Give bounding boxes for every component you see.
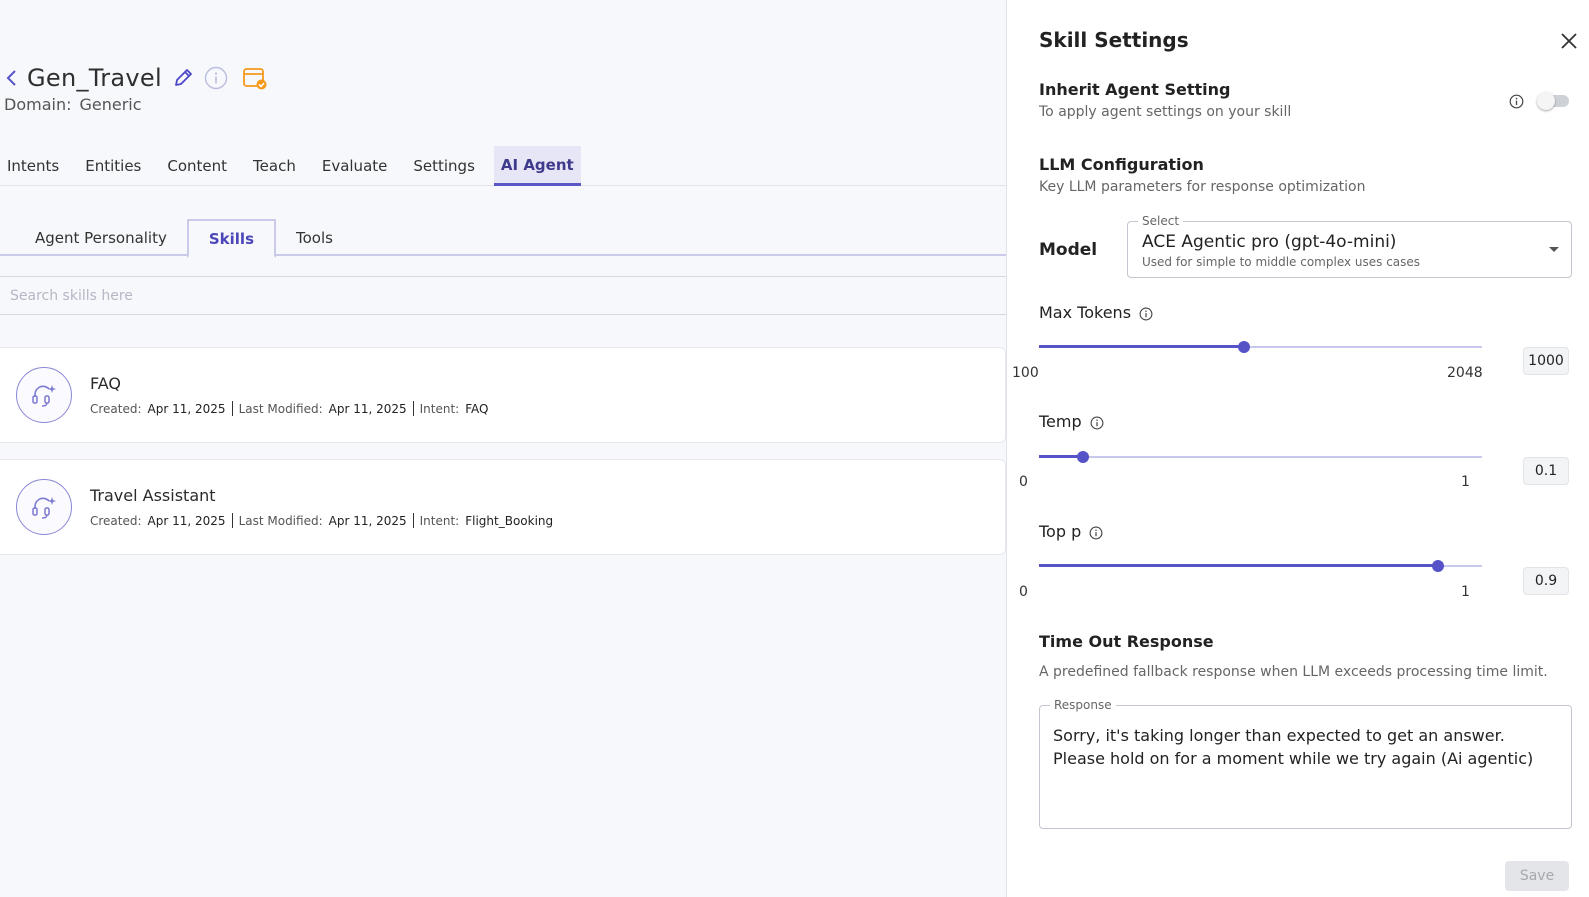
headset-ai-icon xyxy=(16,367,72,423)
search-input[interactable] xyxy=(0,277,1006,314)
param-label-text: Max Tokens xyxy=(1039,303,1132,322)
slider-thumb[interactable] xyxy=(1077,451,1090,463)
skill-info: FAQ Created: Apr 11, 2025 Last Modified:… xyxy=(90,374,488,416)
created-date: Apr 11, 2025 xyxy=(147,513,226,528)
info-icon[interactable] xyxy=(1089,525,1103,539)
skill-info: Travel Assistant Created: Apr 11, 2025 L… xyxy=(90,486,553,528)
max-tokens-slider[interactable] xyxy=(1039,339,1482,355)
domain-label: Domain: xyxy=(4,95,72,114)
skill-card-travel-assistant[interactable]: Travel Assistant Created: Apr 11, 2025 L… xyxy=(0,459,1006,555)
temp-slider[interactable] xyxy=(1039,449,1482,465)
select-legend: Select xyxy=(1138,214,1184,228)
slider-track xyxy=(1039,564,1438,567)
sub-tabs: Agent Personality Skills Tools xyxy=(0,219,1006,258)
intent-value: FAQ xyxy=(465,401,489,416)
info-icon[interactable] xyxy=(1509,94,1524,109)
max-tokens-label: Max Tokens xyxy=(1039,303,1153,322)
timeout-title: Time Out Response xyxy=(1039,632,1214,651)
meta-divider xyxy=(231,401,233,416)
top-p-max: 1 xyxy=(1461,584,1470,600)
param-label-text: Top p xyxy=(1039,522,1082,541)
meta-divider xyxy=(412,401,414,416)
headset-ai-icon xyxy=(16,479,72,535)
inherit-desc: To apply agent settings on your skill xyxy=(1039,104,1292,120)
tab-evaluate[interactable]: Evaluate xyxy=(315,146,395,186)
response-legend: Response xyxy=(1050,698,1116,712)
meta-divider xyxy=(412,513,414,528)
intent-label: Intent: xyxy=(419,401,460,416)
temp-max: 1 xyxy=(1461,474,1470,490)
temp-min: 0 xyxy=(1019,474,1028,490)
modified-date: Apr 11, 2025 xyxy=(328,401,407,416)
model-desc: Used for simple to middle complex uses c… xyxy=(1142,255,1421,269)
skill-name: FAQ xyxy=(90,374,121,393)
back-chevron-icon[interactable] xyxy=(1,67,21,89)
created-label: Created: xyxy=(90,401,142,416)
top-p-value[interactable]: 0.9 xyxy=(1523,567,1569,595)
llm-config-desc: Key LLM parameters for response optimiza… xyxy=(1039,179,1366,195)
slider-track xyxy=(1039,345,1244,348)
save-button[interactable]: Save xyxy=(1505,861,1569,891)
info-icon[interactable] xyxy=(204,66,228,90)
max-tokens-min: 100 xyxy=(1012,365,1039,381)
tab-teach[interactable]: Teach xyxy=(246,146,303,186)
bot-header: Gen_Travel xyxy=(0,58,268,98)
close-icon[interactable] xyxy=(1560,32,1578,50)
top-p-min: 0 xyxy=(1019,584,1028,600)
inherit-title: Inherit Agent Setting xyxy=(1039,80,1231,99)
tab-content[interactable]: Content xyxy=(160,146,234,186)
modified-date: Apr 11, 2025 xyxy=(328,513,407,528)
intent-label: Intent: xyxy=(419,513,460,528)
meta-divider xyxy=(231,513,233,528)
skill-meta: Created: Apr 11, 2025 Last Modified: Apr… xyxy=(90,401,488,416)
temp-label: Temp xyxy=(1039,412,1104,431)
inherit-toggle[interactable] xyxy=(1537,92,1569,110)
domain-value: Generic xyxy=(79,95,142,114)
timeout-desc: A predefined fallback response when LLM … xyxy=(1039,664,1548,680)
bot-name: Gen_Travel xyxy=(27,64,162,92)
param-label-text: Temp xyxy=(1039,412,1082,431)
subtab-skills[interactable]: Skills xyxy=(186,219,276,258)
tab-settings[interactable]: Settings xyxy=(406,146,482,186)
modified-label: Last Modified: xyxy=(238,401,323,416)
domain-line: Domain: Generic xyxy=(4,95,142,114)
max-tokens-value[interactable]: 1000 xyxy=(1523,347,1569,375)
caret-down-icon xyxy=(1549,247,1559,252)
created-label: Created: xyxy=(90,513,142,528)
model-label: Model xyxy=(1039,240,1098,260)
panel-title: Skill Settings xyxy=(1039,28,1189,52)
tab-ai-agent[interactable]: AI Agent xyxy=(493,146,581,186)
top-p-label: Top p xyxy=(1039,522,1103,541)
subtab-tools[interactable]: Tools xyxy=(276,219,353,256)
created-date: Apr 11, 2025 xyxy=(147,401,226,416)
info-icon[interactable] xyxy=(1139,306,1153,320)
top-p-slider[interactable] xyxy=(1039,558,1482,574)
tab-intents[interactable]: Intents xyxy=(0,146,66,186)
intent-value: Flight_Booking xyxy=(465,513,554,528)
info-icon[interactable] xyxy=(1090,415,1104,429)
toggle-knob xyxy=(1537,92,1555,110)
model-select[interactable]: Select ACE Agentic pro (gpt-4o-mini) Use… xyxy=(1127,214,1572,278)
temp-value[interactable]: 0.1 xyxy=(1523,457,1569,485)
model-value: ACE Agentic pro (gpt-4o-mini) xyxy=(1142,232,1397,252)
response-field: Response Sorry, it's taking longer than … xyxy=(1039,698,1572,829)
tab-entities[interactable]: Entities xyxy=(78,146,148,186)
response-textarea[interactable]: Sorry, it's taking longer than expected … xyxy=(1053,724,1558,814)
skill-meta: Created: Apr 11, 2025 Last Modified: Apr… xyxy=(90,513,553,528)
slider-thumb[interactable] xyxy=(1431,560,1444,572)
top-tabs: Intents Entities Content Teach Evaluate … xyxy=(0,146,1006,186)
max-tokens-max: 2048 xyxy=(1447,365,1483,381)
skill-card-faq[interactable]: FAQ Created: Apr 11, 2025 Last Modified:… xyxy=(0,347,1006,443)
skill-name: Travel Assistant xyxy=(90,486,216,505)
main-area: Gen_Travel Domain: Generic Intents Entiti… xyxy=(0,0,1006,897)
modified-label: Last Modified: xyxy=(238,513,323,528)
search-bar xyxy=(0,276,1006,315)
pencil-icon[interactable] xyxy=(172,67,194,89)
calendar-check-icon[interactable] xyxy=(242,65,268,91)
subtab-agent-personality[interactable]: Agent Personality xyxy=(15,219,187,256)
skill-settings-panel: Skill Settings Inherit Agent Setting To … xyxy=(1006,0,1589,897)
llm-config-title: LLM Configuration xyxy=(1039,155,1204,174)
slider-thumb[interactable] xyxy=(1237,341,1250,353)
slider-rail xyxy=(1039,456,1482,458)
